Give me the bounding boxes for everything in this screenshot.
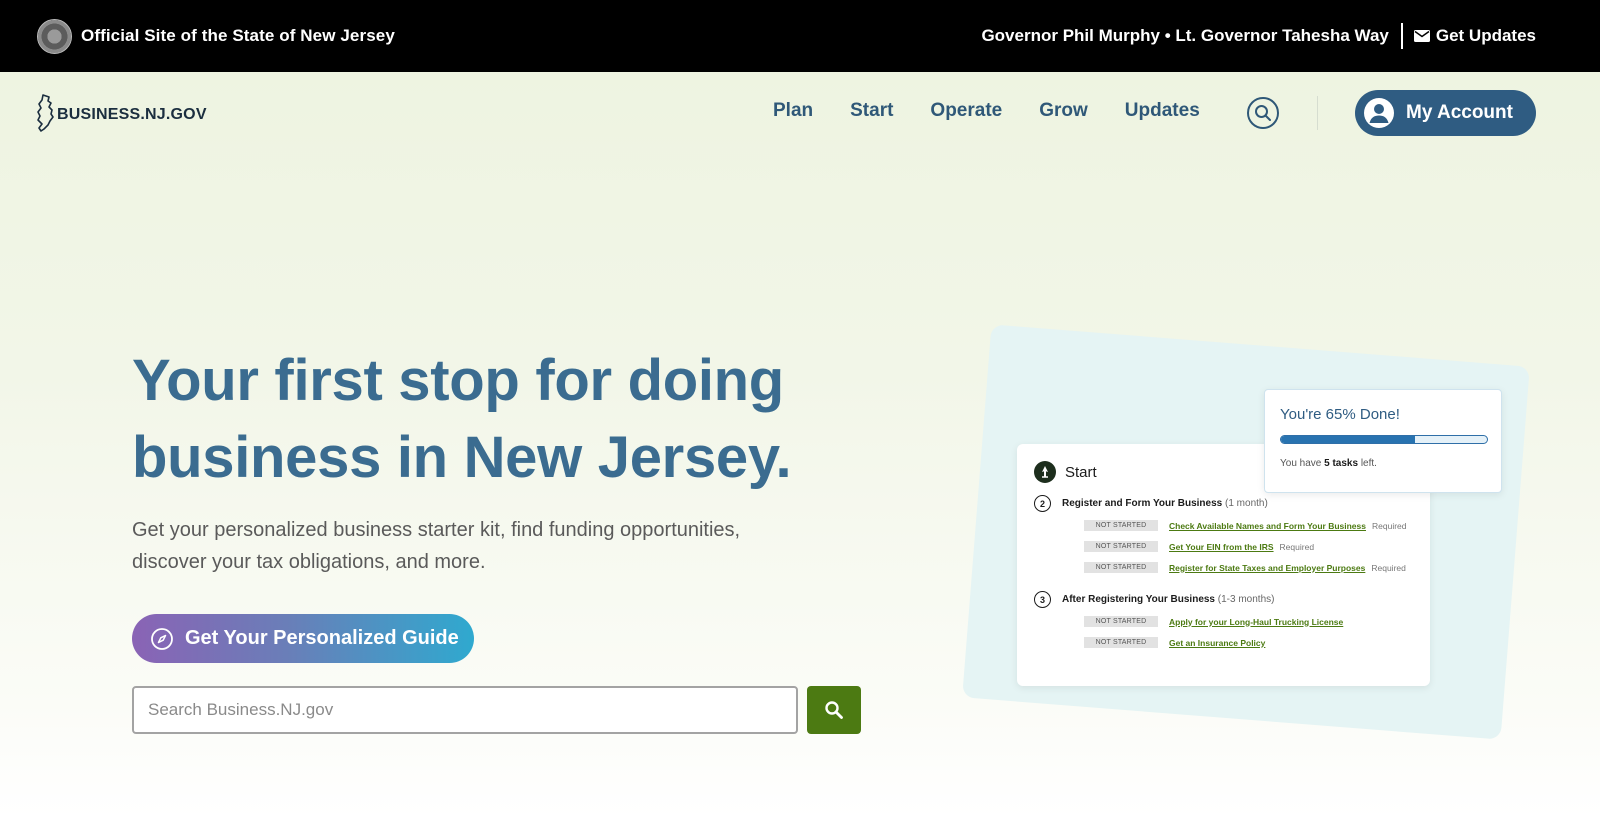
logo-text: BUSINESS.NJ.GOV — [57, 106, 207, 123]
progress-note-count: 5 tasks — [1324, 458, 1359, 469]
step-number: 2 — [1034, 495, 1051, 512]
task-link[interactable]: Check Available Names and Form Your Busi… — [1169, 521, 1366, 531]
nav-link-start[interactable]: Start — [850, 100, 893, 122]
status-badge: NOT STARTED — [1084, 637, 1158, 648]
progress-card: You're 65% Done! You have 5 tasks left. — [1264, 389, 1502, 493]
task-link[interactable]: Register for State Taxes and Employer Pu… — [1169, 563, 1365, 573]
nav-link-plan[interactable]: Plan — [773, 100, 813, 122]
nav-divider — [1317, 96, 1318, 130]
compass-icon — [151, 627, 173, 650]
step-header: 2 Register and Form Your Business (1 mon… — [1034, 495, 1413, 512]
official-site-banner: Official Site of the State of New Jersey — [37, 18, 395, 54]
task-row: NOT STARTED Get an Insurance Policy — [1084, 635, 1413, 650]
roadmap-step: 3 After Registering Your Business (1-3 m… — [1034, 591, 1413, 650]
account-icon — [1364, 98, 1394, 128]
task-link[interactable]: Get Your EIN from the IRS — [1169, 542, 1274, 552]
step-duration: (1-3 months) — [1217, 594, 1275, 605]
progress-title: You're 65% Done! — [1280, 406, 1400, 423]
step-title: Register and Form Your Business — [1062, 498, 1223, 509]
site-search-input[interactable] — [132, 686, 798, 734]
top-bar: Official Site of the State of New Jersey… — [0, 0, 1600, 72]
status-badge: NOT STARTED — [1084, 616, 1158, 627]
hero-subtext: Get your personalized business starter k… — [132, 519, 741, 573]
status-badge: NOT STARTED — [1084, 562, 1158, 573]
task-link[interactable]: Apply for your Long-Haul Trucking Licens… — [1169, 617, 1343, 627]
get-updates-link[interactable]: Get Updates — [1403, 26, 1536, 46]
progress-note-suffix: left. — [1360, 458, 1377, 469]
topbar-right: Governor Phil Murphy • Lt. Governor Tahe… — [981, 23, 1536, 49]
nav-link-grow[interactable]: Grow — [1039, 100, 1088, 122]
search-icon — [825, 701, 843, 719]
task-required: Required — [1371, 562, 1406, 573]
task-row: NOT STARTED Check Available Names and Fo… — [1084, 518, 1413, 533]
business-nj-logo[interactable]: BUSINESS.NJ.GOV — [36, 94, 207, 132]
get-updates-label: Get Updates — [1435, 26, 1536, 45]
search-icon — [1255, 105, 1271, 121]
main-nav: BUSINESS.NJ.GOV Plan Start Operate Grow … — [0, 72, 1600, 154]
site-title: Official Site of the State of New Jersey — [81, 26, 395, 45]
step-duration: (1 month) — [1225, 498, 1268, 509]
status-badge: NOT STARTED — [1084, 541, 1158, 552]
nav-link-operate[interactable]: Operate — [930, 100, 1002, 122]
progress-note: You have 5 tasks left. — [1280, 458, 1486, 469]
task-row: NOT STARTED Get Your EIN from the IRS Re… — [1084, 539, 1413, 554]
guide-button-label: Get Your Personalized Guide — [185, 627, 459, 649]
nj-state-outline-icon — [37, 94, 54, 132]
task-required: Required — [1279, 541, 1315, 552]
nav-link-updates[interactable]: Updates — [1125, 100, 1200, 122]
personalized-guide-button[interactable]: Get Your Personalized Guide — [132, 614, 474, 663]
task-link[interactable]: Get an Insurance Policy — [1169, 638, 1265, 648]
task-required: Required — [1372, 520, 1407, 531]
roadmap-card-title: Start — [1065, 463, 1097, 481]
step-number: 3 — [1034, 591, 1051, 608]
task-row: NOT STARTED Apply for your Long-Haul Tru… — [1084, 614, 1413, 629]
mail-icon — [1413, 30, 1430, 42]
status-badge: NOT STARTED — [1084, 520, 1158, 531]
hero-headline: Your first stop for doing business in Ne… — [132, 348, 792, 490]
progress-bar — [1280, 435, 1488, 444]
nav-links: Plan Start Operate Grow Updates — [773, 100, 1237, 122]
task-row: NOT STARTED Register for State Taxes and… — [1084, 560, 1413, 575]
nj-seal-icon — [37, 18, 72, 54]
step-title: After Registering Your Business — [1062, 594, 1215, 605]
progress-note-prefix: You have — [1280, 458, 1322, 469]
my-account-label: My Account — [1406, 102, 1513, 123]
roadmap-step: 2 Register and Form Your Business (1 mon… — [1034, 495, 1413, 575]
site-search-button[interactable] — [807, 686, 861, 734]
my-account-button[interactable]: My Account — [1355, 90, 1536, 136]
governor-text: Governor Phil Murphy • Lt. Governor Tahe… — [981, 23, 1403, 49]
progress-bar-fill — [1281, 436, 1415, 443]
nav-search-button[interactable] — [1247, 97, 1279, 129]
start-icon — [1034, 461, 1056, 483]
step-header: 3 After Registering Your Business (1-3 m… — [1034, 591, 1413, 608]
